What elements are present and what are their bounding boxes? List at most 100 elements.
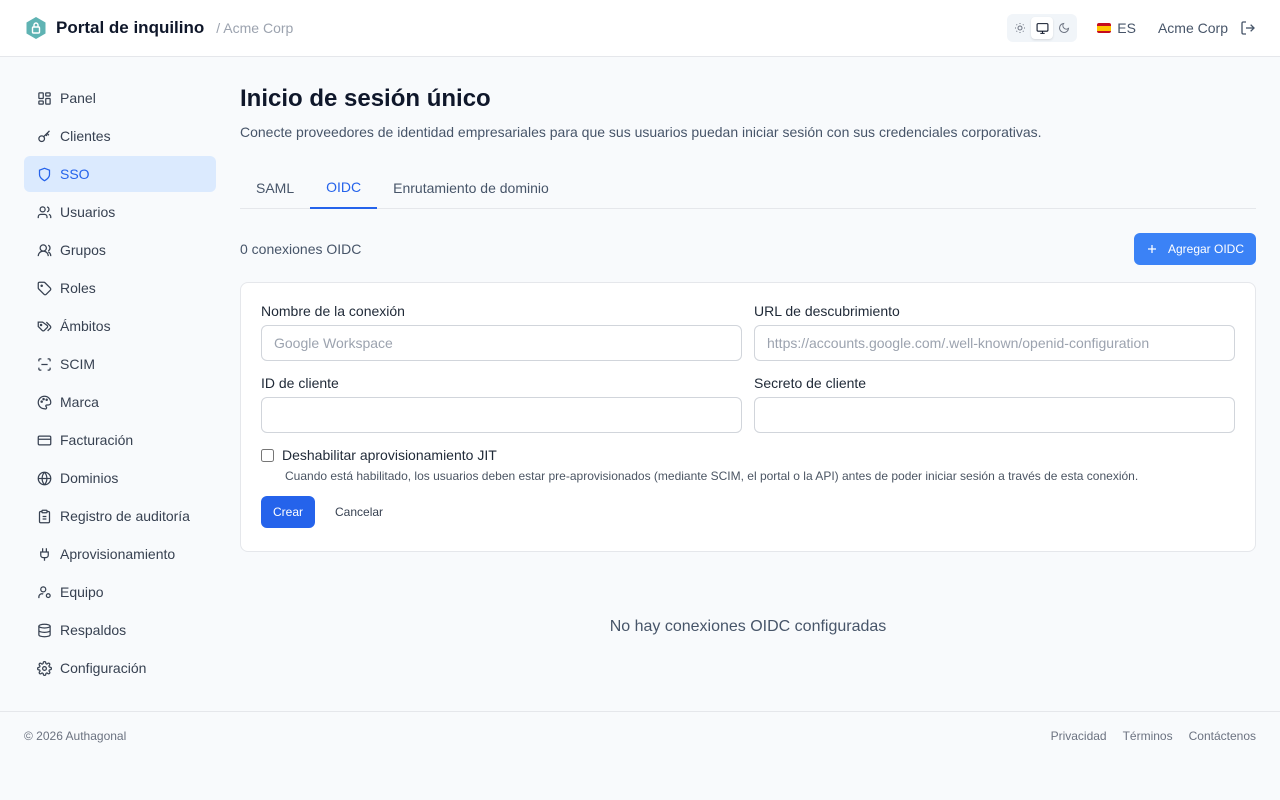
spain-flag-icon (1097, 23, 1112, 33)
sidebar-item-label: Facturación (60, 432, 134, 448)
sidebar-item-panel[interactable]: Panel (24, 80, 216, 116)
connection-count: 0 conexiones OIDC (240, 241, 362, 257)
footer-link-privacy[interactable]: Privacidad (1051, 729, 1107, 743)
moon-icon[interactable] (1053, 17, 1075, 39)
sidebar-item-grupos[interactable]: Grupos (24, 232, 216, 268)
disable-jit-checkbox[interactable] (261, 448, 274, 462)
create-button[interactable]: Crear (261, 496, 316, 528)
tag-icon (36, 280, 52, 296)
sidebar-item-label: Marca (60, 394, 99, 410)
user-cog-icon (36, 584, 52, 600)
jit-option: Deshabilitar aprovisionamiento JIT (261, 447, 1235, 463)
shield-icon (36, 166, 52, 182)
plus-icon (1146, 243, 1158, 255)
client-secret-label: Secreto de cliente (754, 375, 867, 391)
key-icon (36, 128, 52, 144)
tags-icon (36, 318, 52, 334)
sidebar-item-label: Dominios (60, 470, 119, 486)
top-bar: Portal de inquilino / Acme Corp ES Acme … (0, 0, 1280, 57)
connection-name-input[interactable] (261, 325, 742, 361)
dashboard-icon (36, 90, 52, 106)
sidebar-item-label: Respaldos (60, 622, 127, 638)
sidebar-item-label: Roles (60, 280, 96, 296)
sidebar-item-label: SSO (60, 166, 90, 182)
language-code: ES (1117, 20, 1136, 36)
sidebar-item-ambitos[interactable]: Ámbitos (24, 308, 216, 344)
sidebar-item-label: Clientes (60, 128, 111, 144)
discovery-url-input[interactable] (754, 325, 1235, 361)
sidebar-item-label: Panel (60, 90, 96, 106)
client-secret-input[interactable] (754, 397, 1235, 433)
sidebar-item-marca[interactable]: Marca (24, 384, 216, 420)
sidebar-item-usuarios[interactable]: Usuarios (24, 194, 216, 230)
sidebar-item-label: Ámbitos (60, 318, 111, 334)
org-breadcrumb: / Acme Corp (216, 20, 294, 36)
footer-links: Privacidad Términos Contáctenos (1035, 729, 1256, 743)
oidc-form-card: Nombre de la conexión URL de descubrimie… (240, 282, 1256, 552)
footer-link-terms[interactable]: Términos (1123, 729, 1173, 743)
scan-icon (36, 356, 52, 372)
sidebar-item-equipo[interactable]: Equipo (24, 574, 216, 610)
page-description: Conecte proveedores de identidad empresa… (240, 124, 1042, 140)
org-name: Acme Corp (1157, 20, 1228, 36)
copyright: © 2026 Authagonal (24, 729, 127, 743)
plug-icon (36, 546, 52, 562)
footer: © 2026 Authagonal Privacidad Términos Co… (0, 711, 1280, 760)
sidebar-item-registro-auditoria[interactable]: Registro de auditoría (24, 498, 216, 534)
jit-help-text: Cuando está habilitado, los usuarios deb… (285, 469, 1139, 483)
clipboard-icon (36, 508, 52, 524)
sidebar-item-label: Usuarios (60, 204, 116, 220)
tab-domain-routing[interactable]: Enrutamiento de dominio (377, 166, 565, 209)
sidebar-item-configuracion[interactable]: Configuración (24, 650, 216, 686)
sidebar-item-label: Configuración (60, 660, 147, 676)
logout-icon[interactable] (1240, 20, 1256, 36)
monitor-icon[interactable] (1031, 17, 1054, 39)
add-oidc-label: Agregar OIDC (1167, 242, 1244, 256)
form-actions: Crear Cancelar (261, 496, 1235, 528)
group-icon (36, 242, 52, 258)
sidebar-nav: Panel Clientes SSO Usuarios Grupos Roles… (24, 80, 216, 688)
disable-jit-label: Deshabilitar aprovisionamiento JIT (282, 447, 497, 463)
discovery-url-label: URL de descubrimiento (754, 303, 900, 319)
sidebar-item-label: Equipo (60, 584, 104, 600)
credit-card-icon (36, 432, 52, 448)
users-icon (36, 204, 52, 220)
sidebar-item-label: Registro de auditoría (60, 508, 190, 524)
app-title: Portal de inquilino (56, 18, 205, 37)
client-id-field: ID de cliente (261, 375, 742, 433)
tab-bar: SAML OIDC Enrutamiento de dominio (240, 166, 1256, 209)
globe-icon (36, 470, 52, 486)
sidebar-item-dominios[interactable]: Dominios (24, 460, 216, 496)
sidebar-item-scim[interactable]: SCIM (24, 346, 216, 382)
sidebar-item-sso[interactable]: SSO (24, 156, 216, 192)
theme-toggle (1007, 14, 1078, 42)
gear-icon (36, 660, 52, 676)
sidebar-item-clientes[interactable]: Clientes (24, 118, 216, 154)
sidebar-item-label: Grupos (60, 242, 106, 258)
footer-link-contact[interactable]: Contáctenos (1189, 729, 1256, 743)
connections-toolbar: 0 conexiones OIDC Agregar OIDC (240, 233, 1256, 265)
sidebar-item-label: SCIM (60, 356, 95, 372)
client-secret-field: Secreto de cliente (754, 375, 1235, 433)
empty-state: No hay conexiones OIDC configuradas (609, 618, 887, 635)
connection-name-field: Nombre de la conexión (261, 303, 742, 361)
sidebar-item-roles[interactable]: Roles (24, 270, 216, 306)
tab-oidc[interactable]: OIDC (310, 166, 378, 209)
client-id-input[interactable] (261, 397, 742, 433)
sidebar-item-label: Aprovisionamiento (60, 546, 176, 562)
connection-name-label: Nombre de la conexión (261, 303, 405, 319)
tab-saml[interactable]: SAML (240, 166, 310, 209)
discovery-url-field: URL de descubrimiento (754, 303, 1235, 361)
database-icon (36, 622, 52, 638)
language-selector[interactable]: ES (1097, 20, 1136, 36)
sun-icon[interactable] (1009, 17, 1031, 39)
shield-lock-icon (24, 16, 48, 40)
cancel-button[interactable]: Cancelar (323, 496, 395, 528)
add-oidc-button[interactable]: Agregar OIDC (1133, 233, 1256, 265)
sidebar-item-facturacion[interactable]: Facturación (24, 422, 216, 458)
main-content: Inicio de sesión único Conecte proveedor… (240, 80, 1256, 636)
client-id-label: ID de cliente (261, 375, 339, 391)
sidebar-item-respaldos[interactable]: Respaldos (24, 612, 216, 648)
palette-icon (36, 394, 52, 410)
sidebar-item-aprovisionamiento[interactable]: Aprovisionamiento (24, 536, 216, 572)
